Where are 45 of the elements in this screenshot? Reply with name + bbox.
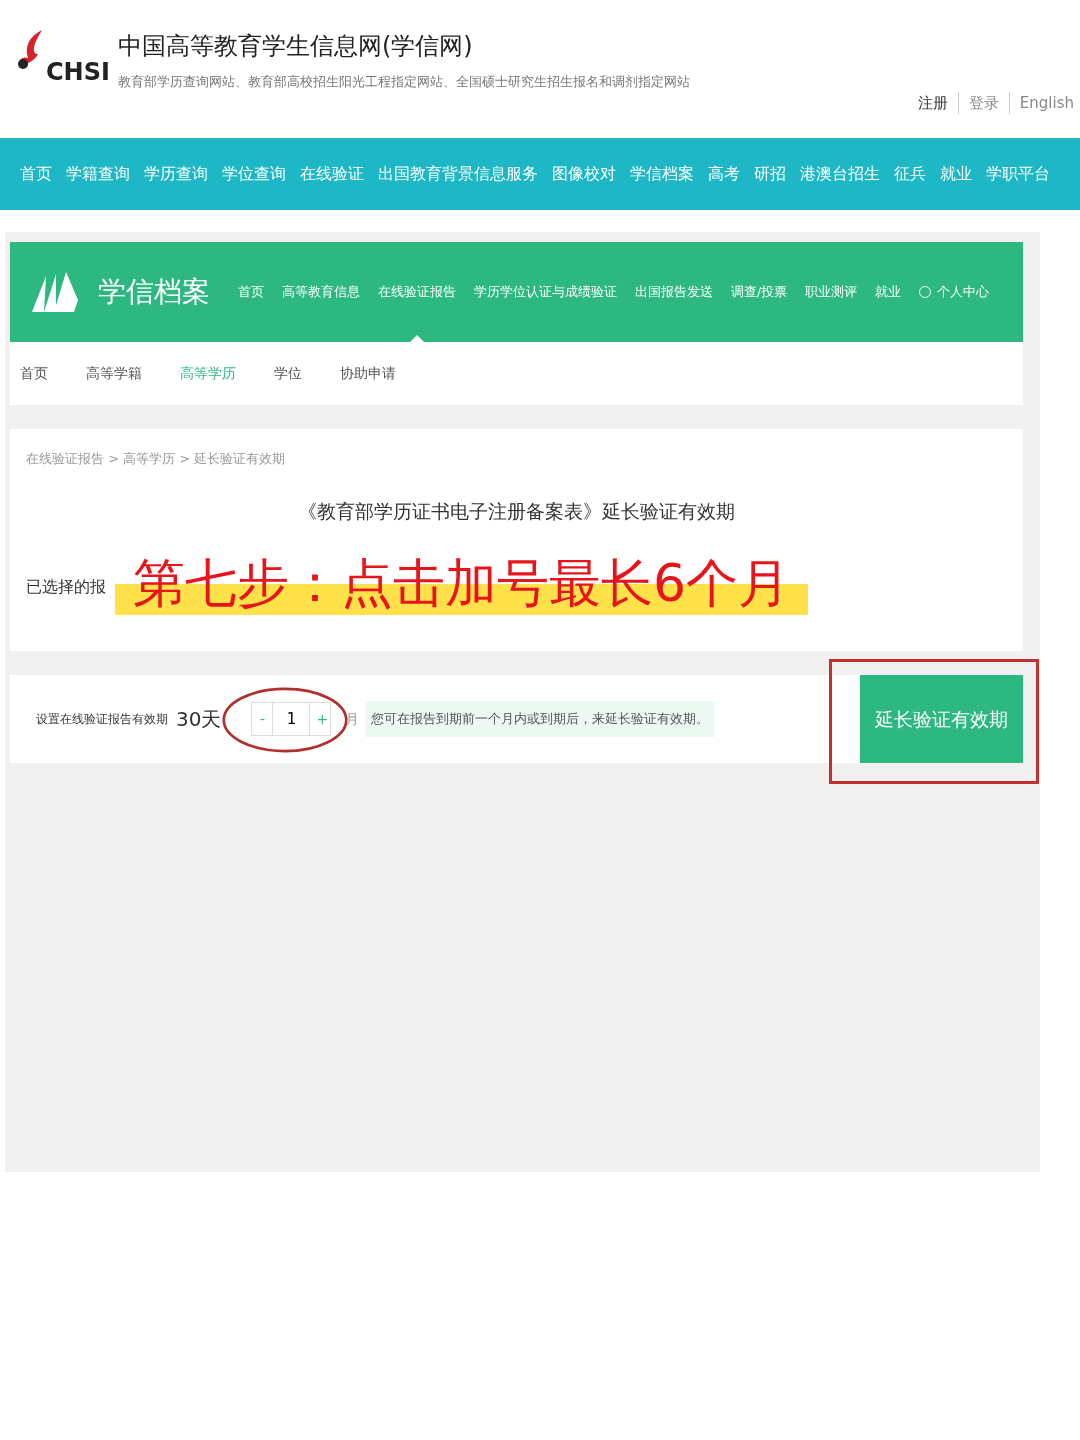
nav-link-item[interactable]: 在线验证 (300, 162, 364, 186)
archive-brand: 学信档案 (98, 274, 210, 310)
site-subtitle: 教育部学历查询网站、教育部高校招生阳光工程指定网站、全国硕士研究生招生报名和调剂指定网站 (117, 73, 691, 91)
sub-nav-tab[interactable]: 高等学籍 (86, 363, 142, 384)
validity-days: 30天 (176, 704, 222, 734)
archive-nav-tab[interactable]: 在线验证报告 (378, 242, 456, 342)
nav-link-item[interactable]: 出国教育背景信息服务 (378, 162, 538, 186)
breadcrumb: 在线验证报告 > 高等学历 > 延长验证有效期 (26, 450, 287, 468)
selected-label: 已选择的报 (26, 576, 106, 598)
archive-nav-tab[interactable]: 出国报告发送 (635, 242, 713, 342)
nav-link-item[interactable]: 征兵 (894, 162, 926, 186)
nav-link-item[interactable]: 港澳台招生 (800, 162, 880, 186)
nav-link-item[interactable]: 图像校对 (552, 162, 616, 186)
archive-nav-tab[interactable]: 首页 (238, 242, 264, 342)
month-stepper[interactable]: - 1 + (251, 702, 332, 736)
sub-nav-tab[interactable]: 协助申请 (340, 363, 396, 384)
logo-text: CHSI (46, 57, 110, 88)
nav-link-item[interactable]: 研招 (754, 162, 786, 186)
nav-link-item[interactable]: 就业 (940, 162, 972, 186)
header-link[interactable]: English (1008, 91, 1074, 114)
nav-link-item[interactable]: 高考 (708, 162, 740, 186)
nav-link-item[interactable]: 学位查询 (222, 162, 286, 186)
archive-nav-tab[interactable]: 就业 (875, 242, 902, 342)
archive-nav-tab[interactable]: 职业测评 (805, 242, 858, 342)
header-link[interactable]: 登录 (957, 91, 999, 114)
hint-text: 您可在报告到期前一个月内或到期后，来延长验证有效期。 (365, 701, 716, 737)
sub-nav-tab[interactable]: 学位 (274, 363, 302, 384)
nav-link-item[interactable]: 学信档案 (630, 162, 694, 186)
archive-nav-tab[interactable]: 高等教育信息 (282, 242, 360, 342)
book-logo-icon (30, 270, 80, 314)
archive-nav-tab[interactable]: 学历学位认证与成绩验证 (474, 242, 617, 342)
nav-link-item[interactable]: 首页 (20, 162, 52, 186)
validity-label: 设置在线验证报告有效期 (36, 711, 168, 728)
nav-link-item[interactable]: 学职平台 (986, 162, 1050, 186)
user-center-link[interactable]: 个人中心 (919, 242, 990, 342)
month-input[interactable]: 1 (272, 703, 311, 735)
nav-link-item[interactable]: 学历查询 (144, 162, 208, 186)
page-title: 《教育部学历证书电子注册备案表》延长验证有效期 (297, 498, 736, 524)
extend-validity-button[interactable]: 延长验证有效期 (860, 675, 1023, 763)
site-title: 中国高等教育学生信息网(学信网) (117, 31, 474, 62)
header-link[interactable]: 注册 (917, 91, 948, 114)
archive-nav-tab[interactable]: 调查/投票 (731, 242, 788, 342)
sub-nav-tab[interactable]: 高等学历 (180, 363, 236, 384)
sub-nav-tab[interactable]: 首页 (20, 363, 48, 384)
nav-link-item[interactable]: 学籍查询 (66, 162, 130, 186)
